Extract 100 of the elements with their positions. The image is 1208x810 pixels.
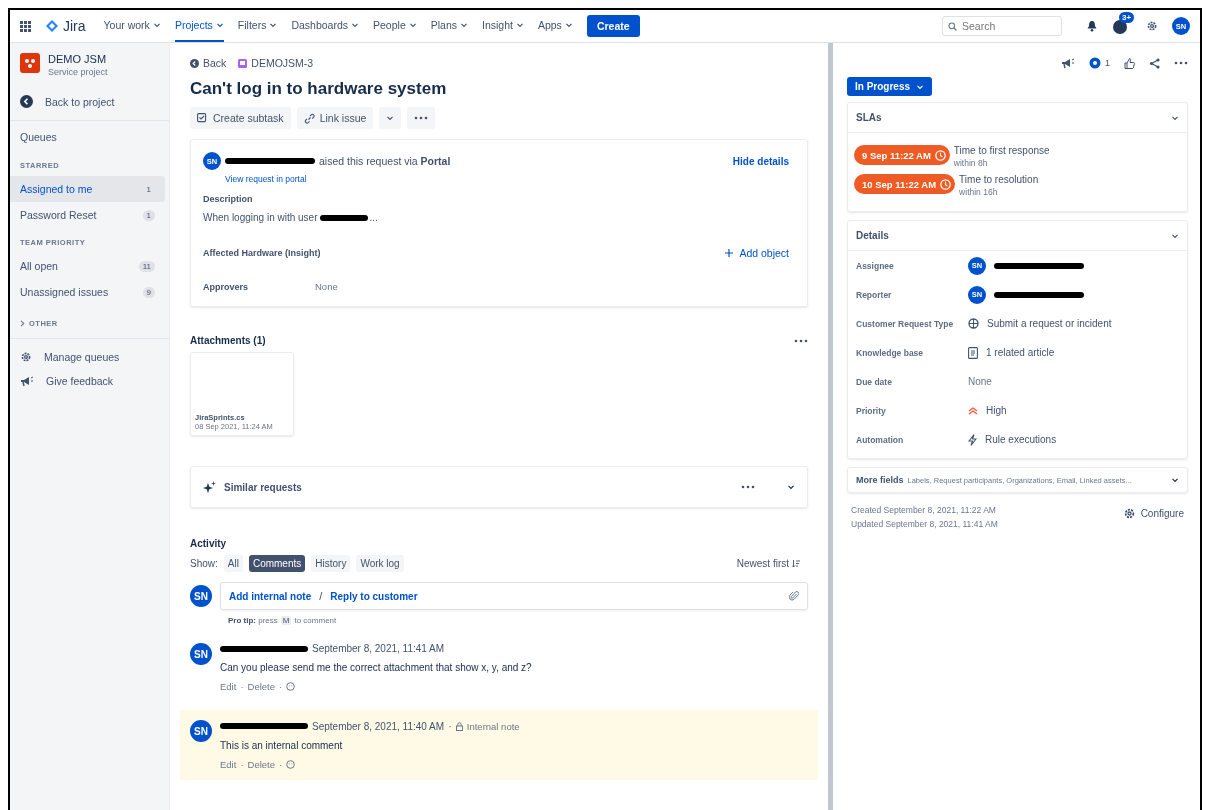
nav-menu[interactable]: Filters — [237, 10, 278, 42]
more-icon[interactable] — [414, 116, 429, 120]
thumbs-up-icon[interactable] — [1124, 57, 1135, 69]
configure-button[interactable]: Configure — [1122, 505, 1184, 521]
user-avatar: SN — [190, 585, 212, 607]
more-icon[interactable] — [1174, 61, 1188, 65]
attachments-heading: Attachments (1) — [190, 335, 266, 346]
chevron-right-icon[interactable] — [20, 320, 25, 327]
emoji-icon[interactable] — [286, 682, 296, 691]
create-button[interactable]: Create — [586, 15, 640, 37]
create-subtask-button[interactable]: Create subtask — [190, 107, 291, 129]
megaphone-icon[interactable] — [20, 375, 34, 387]
separator-dot: · — [448, 720, 452, 732]
lock-icon — [455, 721, 463, 731]
queue-count: 11 — [138, 260, 155, 272]
queue-item[interactable]: Unassigned issues 9 — [10, 279, 165, 305]
nav-menu[interactable]: Projects — [174, 10, 224, 42]
search-icon — [948, 22, 957, 31]
activity-filter[interactable]: History — [311, 555, 351, 572]
field-label: Priority — [856, 405, 887, 416]
separator-dot: · — [240, 681, 244, 692]
queues-heading: Queues — [10, 120, 169, 151]
nav-menu[interactable]: Apps — [537, 10, 573, 42]
nav-menu[interactable]: Dashboards — [291, 10, 360, 42]
field-label: Approvers — [203, 281, 249, 292]
chevron-down-icon — [351, 21, 360, 29]
nav-menu[interactable]: Plans — [430, 10, 468, 42]
gear-icon[interactable] — [20, 351, 32, 363]
field-label: Affected Hardware (Insight) — [203, 248, 321, 258]
chevron-down-icon — [269, 21, 278, 29]
comment-action-link[interactable]: Edit — [220, 759, 237, 770]
sla-name: Time to first response — [953, 145, 1050, 156]
keyboard-key: M — [280, 616, 292, 625]
settings-icon[interactable] — [1146, 20, 1158, 32]
project-icon — [20, 53, 40, 73]
sidebar-link[interactable]: Manage queues — [10, 345, 169, 369]
nav-menu[interactable]: Your work — [103, 10, 161, 42]
clock-icon — [934, 149, 946, 161]
back-link[interactable]: Back — [190, 57, 227, 69]
share-icon[interactable] — [1149, 57, 1160, 69]
nav-menu[interactable]: Insight — [482, 10, 524, 42]
sort-toggle[interactable]: Newest first — [736, 558, 800, 569]
queue-item[interactable]: All open 11 — [10, 253, 165, 279]
lightning-icon — [968, 433, 977, 446]
sort-icon — [792, 559, 800, 568]
sidebar-link[interactable]: Give feedback — [10, 369, 169, 393]
attachment-icon[interactable] — [789, 590, 799, 602]
comment-body: This is an internal comment — [220, 740, 344, 751]
activity-filter[interactable]: Comments — [248, 555, 306, 572]
user-avatar: SN — [190, 720, 212, 742]
activity-filter[interactable]: Work log — [356, 555, 404, 572]
comment-date: September 8, 2021, 11:40 AM — [312, 720, 445, 732]
more-icon[interactable] — [794, 338, 808, 343]
queue-item[interactable]: Password Reset 1 — [10, 202, 165, 228]
chevron-down-icon — [515, 21, 524, 29]
queue-item[interactable]: Assigned to me 1 — [10, 176, 165, 202]
add-internal-note-link[interactable]: Add internal note — [229, 590, 312, 602]
panel-heading: Details — [856, 230, 889, 241]
chevron-down-icon — [386, 114, 395, 122]
status-dropdown[interactable]: In Progress — [847, 77, 933, 96]
expand-icon — [787, 483, 795, 491]
comment-action-link[interactable]: Edit — [220, 681, 237, 692]
request-type-icon — [238, 58, 248, 68]
globe-icon — [968, 318, 979, 329]
field-value: Rule executions — [985, 434, 1057, 445]
search-field[interactable]: Search — [942, 16, 1062, 36]
field-label: Customer Request Type — [856, 318, 955, 329]
description-text: When logging in with user — [203, 212, 318, 223]
hide-details-link[interactable]: Hide details — [732, 155, 789, 167]
megaphone-icon[interactable] — [1061, 57, 1075, 69]
logo-text[interactable]: Jira — [63, 18, 86, 34]
more-icon[interactable] — [741, 485, 755, 489]
comment-field[interactable]: Add internal note / Reply to customer — [220, 582, 808, 610]
nav-menu[interactable]: People — [373, 10, 417, 42]
back-to-project-link[interactable]: Back to project — [10, 89, 169, 114]
view-request-link[interactable]: View request in portal — [225, 174, 307, 184]
request-source-text: aised this request via Portal — [319, 155, 451, 167]
notification-badge: 3+ — [1119, 12, 1135, 23]
reply-to-customer-link[interactable]: Reply to customer — [330, 590, 418, 602]
add-object-link[interactable]: Add object — [725, 247, 789, 259]
comment-action-link[interactable]: Delete — [247, 681, 275, 692]
issue-key-link[interactable]: DEMOJSM-3 — [238, 57, 314, 69]
eye-icon[interactable] — [1089, 57, 1101, 69]
field-value: None — [968, 376, 992, 387]
comment-date: September 8, 2021, 11:41 AM — [312, 643, 445, 654]
field-value: 1 related article — [986, 347, 1055, 358]
similar-requests-panel[interactable]: Similar requests — [190, 466, 808, 508]
notifications-icon[interactable] — [1086, 20, 1098, 32]
project-type: Service project — [48, 67, 108, 77]
activity-filter[interactable]: All — [223, 555, 243, 572]
comment-body: Can you please send me the correct attachment that show x, y, and z? — [220, 662, 533, 673]
separator-text: / — [319, 590, 323, 602]
comment-action-link[interactable]: Delete — [247, 759, 275, 770]
emoji-icon[interactable] — [286, 760, 296, 769]
field-value: None — [315, 281, 338, 292]
app-grid-icon[interactable] — [20, 20, 31, 32]
field-label: Automation — [856, 434, 905, 445]
link-issue-button[interactable]: Link issue — [296, 107, 374, 129]
back-arrow-icon — [190, 58, 199, 68]
gear-icon[interactable] — [1122, 506, 1136, 520]
